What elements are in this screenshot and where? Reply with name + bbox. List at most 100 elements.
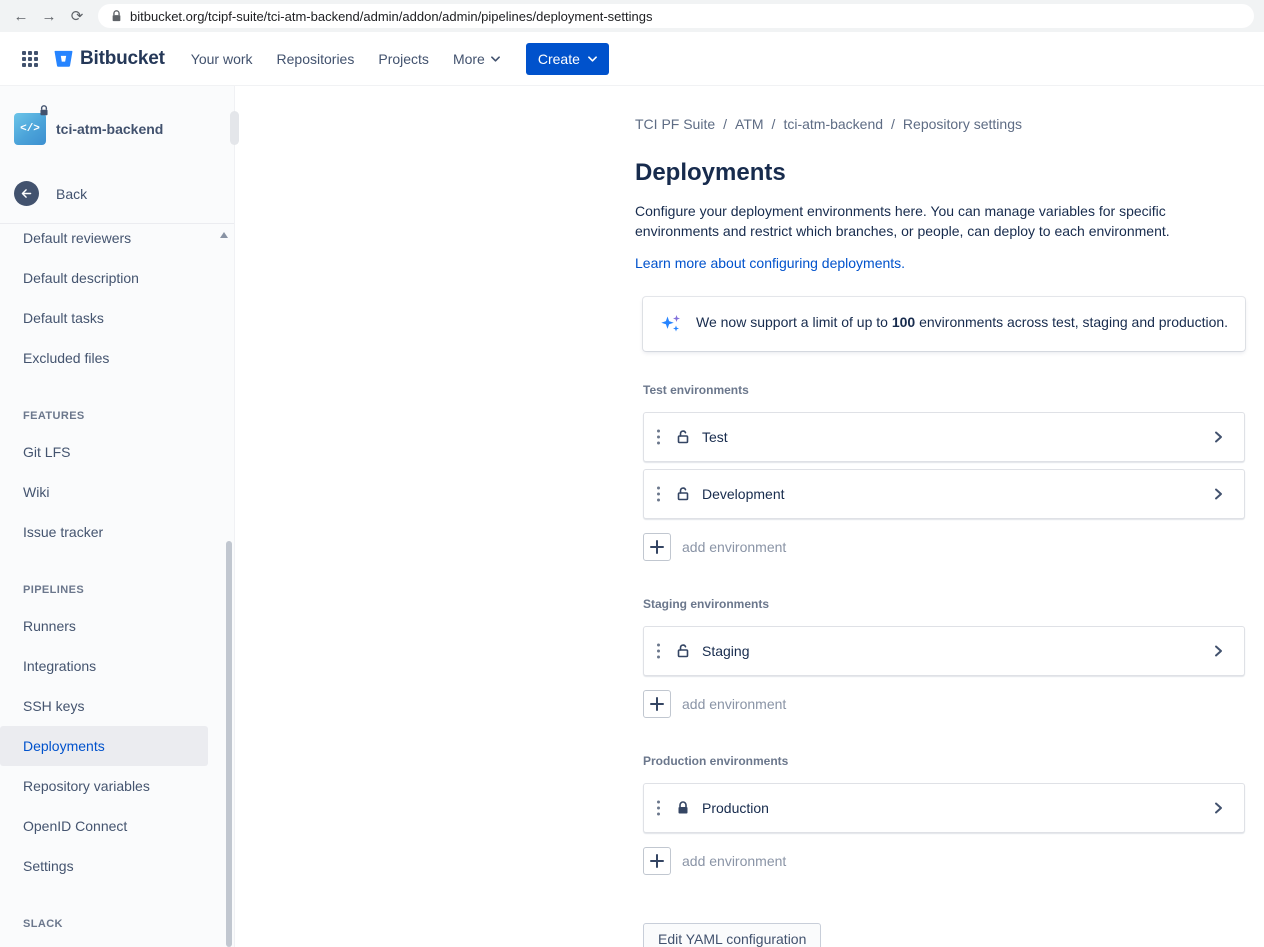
main-content: TCI PF Suite / ATM / tci-atm-backend / R…: [235, 86, 1264, 947]
browser-forward-icon[interactable]: →: [38, 5, 60, 27]
environments-area: Test environments Test: [643, 383, 1245, 947]
environments-limit-banner: We now support a limit of up to 100 envi…: [643, 297, 1245, 351]
environment-row-staging[interactable]: Staging: [643, 626, 1245, 676]
breadcrumb-separator: /: [772, 116, 776, 132]
section-label-production: Production environments: [643, 754, 1245, 768]
drag-handle-icon[interactable]: [656, 642, 661, 660]
sidebar-item-excluded-files[interactable]: Excluded files: [0, 338, 208, 378]
unlock-icon: [675, 429, 691, 445]
page-title: Deployments: [635, 159, 1250, 187]
create-button[interactable]: Create: [526, 43, 609, 75]
sidebar-item-runners[interactable]: Runners: [0, 606, 208, 646]
nav-projects[interactable]: Projects: [366, 43, 441, 75]
sidebar-item-default-description[interactable]: Default description: [0, 258, 208, 298]
repo-avatar: </>: [14, 113, 46, 145]
bitbucket-logo[interactable]: Bitbucket: [46, 47, 179, 70]
sidebar-header-slack: SLACK: [0, 918, 234, 930]
sidebar-item-issue-tracker[interactable]: Issue tracker: [0, 512, 208, 552]
unlock-icon: [675, 486, 691, 502]
address-bar[interactable]: bitbucket.org/tcipf-suite/tci-atm-backen…: [98, 4, 1254, 28]
back-label: Back: [56, 186, 87, 202]
sidebar-item-ssh-keys[interactable]: SSH keys: [0, 686, 208, 726]
nav-repositories[interactable]: Repositories: [265, 43, 367, 75]
environment-row-development[interactable]: Development: [643, 469, 1245, 519]
browser-back-icon[interactable]: ←: [10, 5, 32, 27]
nav-more-label: More: [453, 51, 485, 67]
sparkle-icon: [659, 312, 683, 336]
https-lock-icon: [111, 10, 122, 22]
drag-handle-icon[interactable]: [656, 799, 661, 817]
back-button[interactable]: Back: [0, 181, 234, 206]
create-button-label: Create: [538, 51, 580, 67]
browser-reload-icon[interactable]: ⟳: [66, 5, 88, 27]
bitbucket-logo-icon: [52, 47, 75, 70]
sidebar-item-default-reviewers[interactable]: Default reviewers: [0, 218, 208, 258]
bitbucket-wordmark: Bitbucket: [80, 48, 165, 70]
breadcrumb-separator: /: [723, 116, 727, 132]
edit-yaml-configuration-button[interactable]: Edit YAML configuration: [643, 923, 821, 947]
drag-handle-icon[interactable]: [656, 485, 661, 503]
add-environment-label: add environment: [682, 696, 786, 712]
environment-name: Staging: [702, 643, 749, 659]
environment-name: Development: [702, 486, 785, 502]
section-label-staging: Staging environments: [643, 597, 1245, 611]
sidebar-item-git-lfs[interactable]: Git LFS: [0, 432, 208, 472]
add-environment-button-staging[interactable]: add environment: [643, 690, 1245, 718]
nav-projects-label: Projects: [378, 51, 429, 67]
repo-header[interactable]: </> tci-atm-backend: [0, 86, 234, 145]
banner-text: We now support a limit of up to 100 envi…: [696, 312, 1228, 336]
add-environment-label: add environment: [682, 853, 786, 869]
environment-name: Production: [702, 800, 769, 816]
sidebar-item-integrations[interactable]: Integrations: [0, 646, 208, 686]
sidebar-item-default-tasks[interactable]: Default tasks: [0, 298, 208, 338]
private-repo-lock-icon: [39, 105, 49, 116]
plus-icon: [643, 847, 671, 875]
banner-text-before: We now support a limit of up to: [696, 314, 892, 330]
sidebar-scroll-up-arrow[interactable]: [220, 232, 228, 238]
environment-row-test[interactable]: Test: [643, 412, 1245, 462]
sidebar-item-repository-variables[interactable]: Repository variables: [0, 766, 208, 806]
breadcrumb-repository-settings: Repository settings: [903, 116, 1022, 132]
nav-more[interactable]: More: [441, 43, 512, 75]
browser-toolbar: ← → ⟳ bitbucket.org/tcipf-suite/tci-atm-…: [0, 0, 1264, 32]
environment-row-production[interactable]: Production: [643, 783, 1245, 833]
add-environment-button-test[interactable]: add environment: [643, 533, 1245, 561]
section-label-test: Test environments: [643, 383, 1245, 397]
sidebar-header-pipelines: PIPELINES: [0, 584, 234, 596]
breadcrumb-project[interactable]: ATM: [735, 116, 764, 132]
chevron-right-icon: [1210, 800, 1226, 816]
sidebar-item-openid-connect[interactable]: OpenID Connect: [0, 806, 208, 846]
page-description: Configure your deployment environments h…: [635, 201, 1250, 241]
app-switcher-grid-icon[interactable]: [14, 43, 46, 75]
banner-text-after: environments across test, staging and pr…: [915, 314, 1228, 330]
repo-avatar-glyph: </>: [14, 113, 46, 145]
breadcrumb-repository[interactable]: tci-atm-backend: [783, 116, 883, 132]
plus-icon: [643, 690, 671, 718]
drag-handle-icon[interactable]: [656, 428, 661, 446]
chevron-right-icon: [1210, 643, 1226, 659]
back-arrow-icon: [14, 181, 39, 206]
repo-name: tci-atm-backend: [56, 121, 163, 137]
sidebar-resize-handle[interactable]: [230, 111, 239, 145]
breadcrumb-workspace[interactable]: TCI PF Suite: [635, 116, 715, 132]
environment-name: Test: [702, 429, 728, 445]
sidebar-item-settings[interactable]: Settings: [0, 846, 208, 886]
chevron-down-icon: [588, 56, 597, 62]
learn-more-link[interactable]: Learn more about configuring deployments…: [635, 255, 905, 271]
nav-your-work[interactable]: Your work: [179, 43, 265, 75]
app-header: Bitbucket Your work Repositories Project…: [0, 32, 1264, 86]
sidebar-item-wiki[interactable]: Wiki: [0, 472, 208, 512]
breadcrumb-separator: /: [891, 116, 895, 132]
add-environment-label: add environment: [682, 539, 786, 555]
add-environment-button-production[interactable]: add environment: [643, 847, 1245, 875]
sidebar-item-deployments[interactable]: Deployments: [0, 726, 208, 766]
sidebar-scrollbar-thumb[interactable]: [226, 541, 232, 947]
plus-icon: [643, 533, 671, 561]
breadcrumb: TCI PF Suite / ATM / tci-atm-backend / R…: [635, 116, 1250, 132]
chevron-right-icon: [1210, 486, 1226, 502]
sidebar-header-features: FEATURES: [0, 410, 234, 422]
chevron-down-icon: [491, 56, 500, 62]
unlock-icon: [675, 643, 691, 659]
banner-limit-value: 100: [892, 314, 915, 330]
lock-icon: [675, 800, 691, 816]
